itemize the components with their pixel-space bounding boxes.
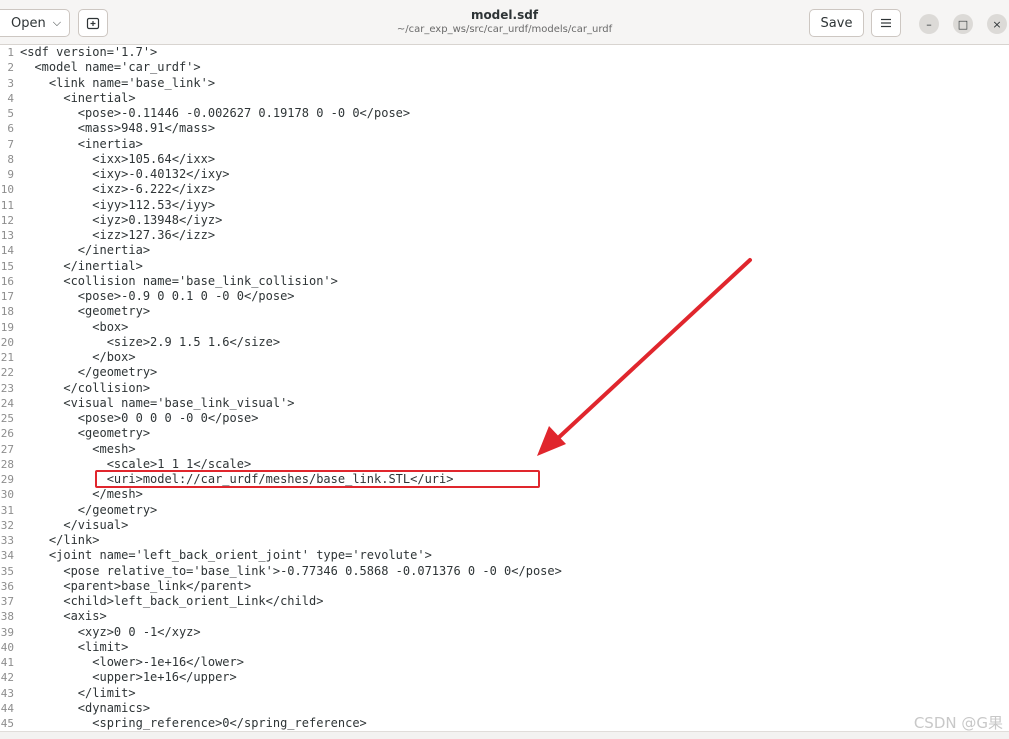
gedit-window: Open ⌵ model.sdf ~/car_exp_ws/src/car_ur… bbox=[0, 0, 1009, 739]
status-strip bbox=[0, 731, 1009, 739]
watermark: CSDN @G果 bbox=[913, 714, 1003, 732]
annotation-arrow bbox=[537, 258, 752, 456]
